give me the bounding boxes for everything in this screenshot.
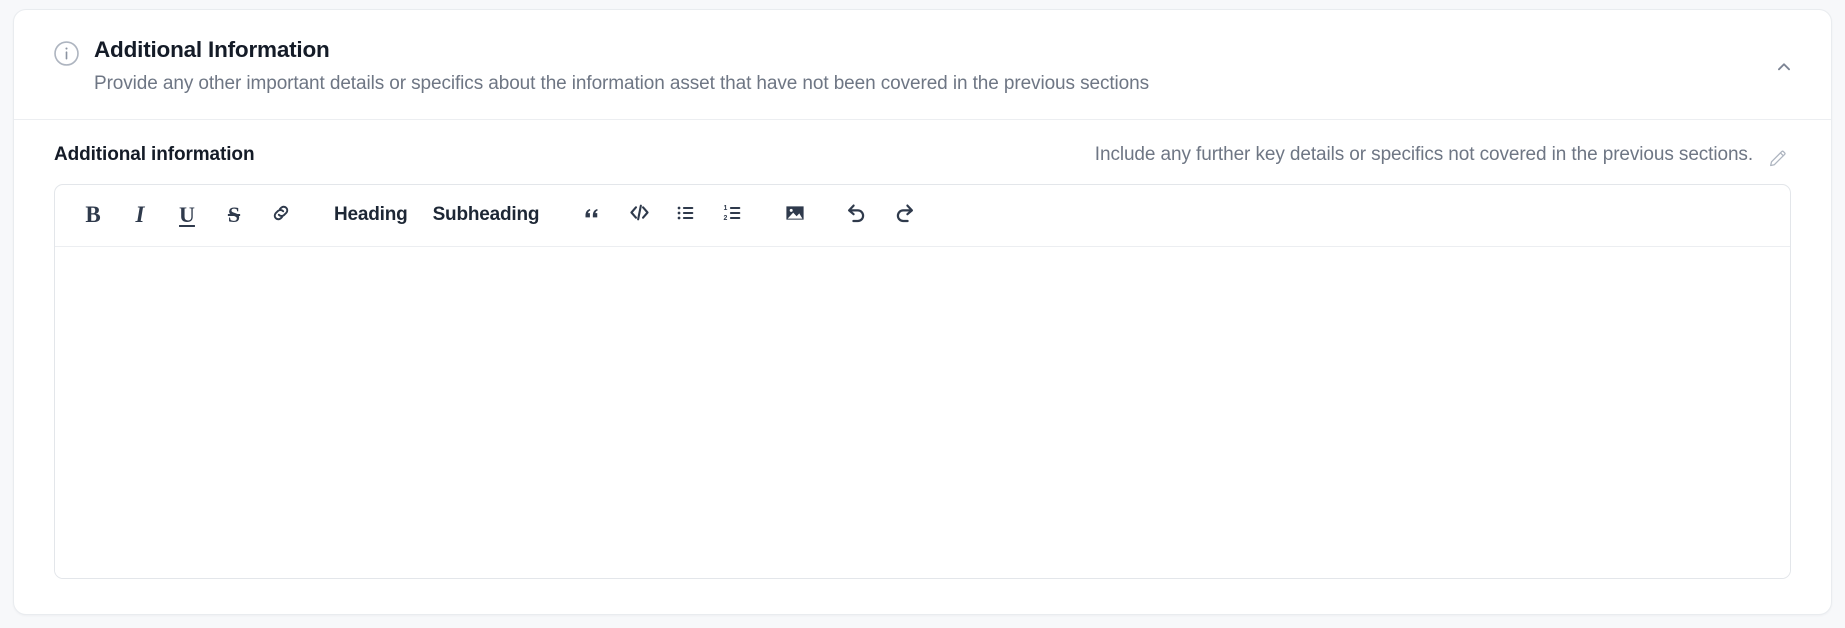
section-description: Provide any other important details or s…: [94, 73, 1149, 94]
underline-icon: U: [179, 202, 195, 228]
code-icon: [628, 201, 651, 229]
undo-icon: [845, 201, 869, 230]
redo-button[interactable]: [884, 195, 924, 235]
italic-button[interactable]: I: [120, 195, 160, 235]
additional-information-textarea[interactable]: [55, 246, 1790, 578]
additional-information-card: Additional Information Provide any other…: [13, 9, 1832, 615]
field-hint-text: Include any further key details or speci…: [1094, 143, 1753, 165]
underline-button[interactable]: U: [167, 195, 207, 235]
bold-button[interactable]: B: [73, 195, 113, 235]
link-button[interactable]: [261, 195, 301, 235]
quote-icon: [582, 203, 602, 228]
chevron-up-icon: [1773, 56, 1795, 83]
section-header-text: Additional Information Provide any other…: [94, 35, 1801, 97]
link-icon: [270, 202, 292, 229]
insert-image-button[interactable]: [775, 195, 815, 235]
editor-toolbar: B I U S Heading Subheading 1 2: [55, 185, 1790, 247]
numbered-list-button[interactable]: 1 2: [713, 195, 753, 235]
blockquote-button[interactable]: [572, 195, 612, 235]
rich-text-editor: B I U S Heading Subheading 1 2: [54, 183, 1791, 579]
numbered-list-icon: 1 2: [722, 202, 744, 229]
bullet-list-button[interactable]: [666, 195, 706, 235]
section-collapse-toggle[interactable]: [1771, 56, 1797, 82]
subheading-button[interactable]: Subheading: [424, 195, 549, 235]
redo-icon: [892, 201, 916, 230]
pencil-icon[interactable]: [1767, 147, 1789, 169]
bold-icon: B: [85, 202, 101, 228]
italic-icon: I: [135, 202, 145, 228]
strikethrough-button[interactable]: S: [214, 195, 254, 235]
section-body: Additional information Include any furth…: [14, 120, 1831, 614]
bullet-list-icon: [675, 202, 697, 229]
info-circle-icon: [53, 40, 80, 67]
heading-button[interactable]: Heading: [325, 195, 417, 235]
svg-text:1: 1: [724, 205, 728, 212]
page-root: Additional Information Provide any other…: [0, 0, 1845, 628]
code-block-button[interactable]: [619, 195, 659, 235]
svg-text:2: 2: [724, 214, 728, 221]
section-title: Additional Information: [94, 37, 330, 62]
undo-button[interactable]: [837, 195, 877, 235]
section-header: Additional Information Provide any other…: [14, 10, 1831, 120]
field-hint-wrap: Include any further key details or speci…: [1095, 144, 1789, 166]
field-label-row: Additional information Include any furth…: [54, 144, 1791, 166]
field-label-additional-information: Additional information: [54, 143, 255, 165]
image-icon: [783, 201, 807, 230]
strikethrough-icon: S: [227, 202, 241, 228]
